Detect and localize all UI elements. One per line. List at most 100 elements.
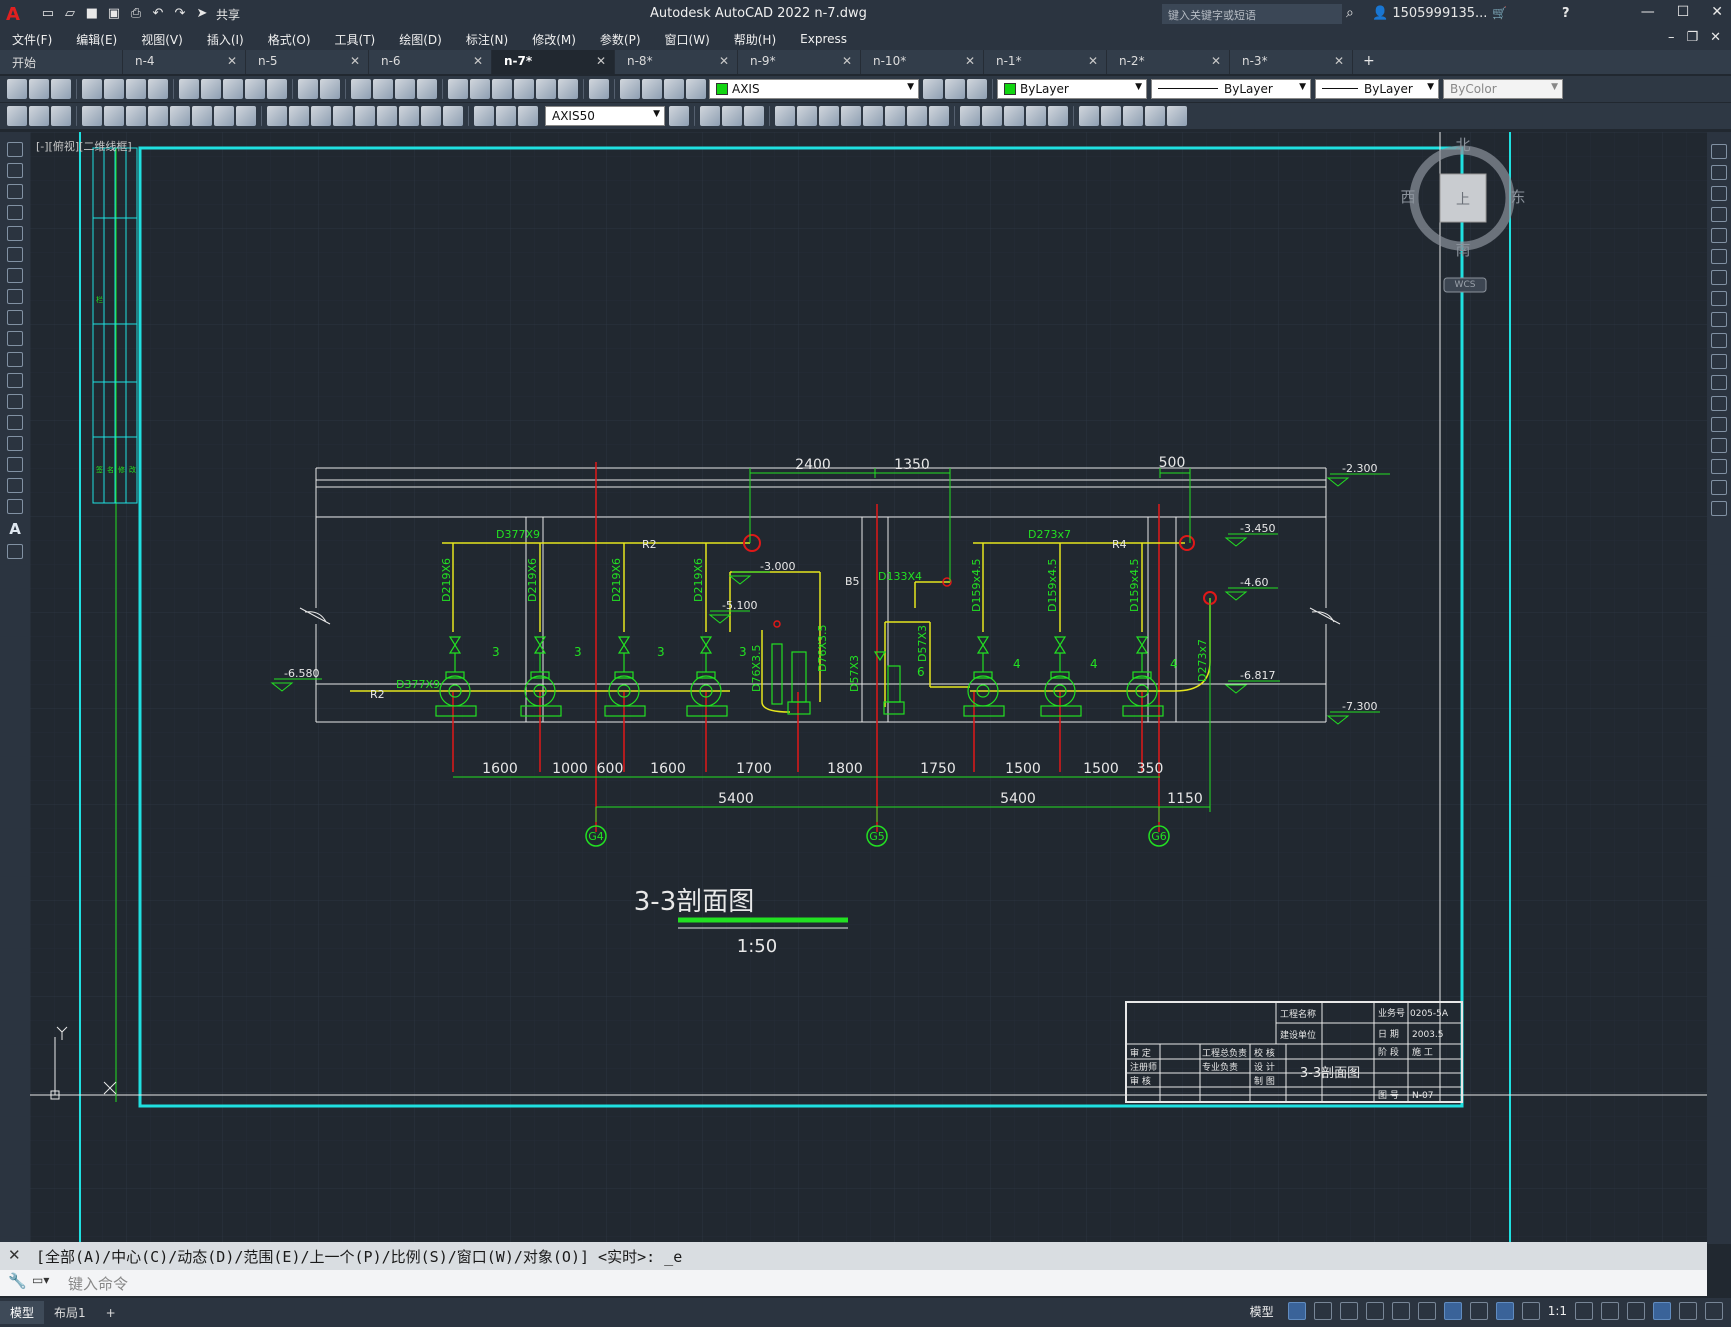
3d-print-icon[interactable] <box>148 79 168 99</box>
open-file-icon[interactable]: ▱ <box>62 6 78 22</box>
tab-model[interactable]: 模型 <box>0 1301 45 1324</box>
section-icon[interactable] <box>863 106 883 126</box>
linear-dim-icon[interactable] <box>82 106 102 126</box>
array-icon[interactable] <box>1711 228 1727 243</box>
markup-icon[interactable] <box>536 79 556 99</box>
tab-close-icon[interactable]: ✕ <box>227 54 237 68</box>
tab-n-9[interactable]: n-9* ✕ <box>738 50 861 74</box>
help-icon[interactable]: ? <box>1562 6 1570 21</box>
customization-icon[interactable] <box>1705 1302 1723 1320</box>
new-file-icon[interactable]: ▭ <box>40 6 56 22</box>
redo-icon[interactable] <box>320 79 340 99</box>
orbit-icon[interactable] <box>1167 106 1187 126</box>
arc-length-dim-icon[interactable] <box>126 106 146 126</box>
layer-walk-icon[interactable] <box>967 79 987 99</box>
model-space-button[interactable]: 模型 <box>1250 1303 1274 1320</box>
viewcube-west[interactable]: 西 <box>1400 188 1415 206</box>
tab-n-4[interactable]: n-4 ✕ <box>123 50 246 74</box>
dimstyle-dropdown[interactable]: AXIS50 ▼ <box>545 106 665 126</box>
tab-n-7[interactable]: n-7* ✕ <box>492 50 615 74</box>
baseline-dim-icon[interactable] <box>289 106 309 126</box>
copy-icon[interactable] <box>201 79 221 99</box>
close-command-icon[interactable]: ✕ <box>8 1246 21 1264</box>
new-icon[interactable] <box>7 79 27 99</box>
layer-manager-icon[interactable] <box>51 106 71 126</box>
grid-icon[interactable] <box>1287 1302 1306 1320</box>
inspect-icon[interactable] <box>421 106 441 126</box>
tool-palettes-icon[interactable] <box>492 79 512 99</box>
isodraft-icon[interactable] <box>1417 1302 1436 1320</box>
minimize-icon[interactable]: — <box>1641 4 1655 20</box>
gradient-icon[interactable] <box>7 457 23 472</box>
undo-icon[interactable] <box>298 79 318 99</box>
tab-layout1[interactable]: 布局1 <box>44 1301 96 1324</box>
undo-icon[interactable]: ↶ <box>150 6 166 22</box>
rotate-icon[interactable] <box>1711 270 1727 285</box>
shade-icon[interactable] <box>982 106 1002 126</box>
spline-icon[interactable] <box>7 310 23 325</box>
layer-state-icon[interactable] <box>642 79 662 99</box>
insert-block-icon[interactable] <box>7 373 23 388</box>
lineweight-icon[interactable] <box>1469 1302 1488 1320</box>
scale-object-icon[interactable] <box>1711 291 1727 306</box>
tab-close-icon[interactable]: ✕ <box>965 54 975 68</box>
properties-icon[interactable] <box>448 79 468 99</box>
cut-icon[interactable] <box>179 79 199 99</box>
open-icon[interactable] <box>29 79 49 99</box>
lineweight-dropdown[interactable]: ByLayer ▼ <box>1315 79 1439 99</box>
tab-close-icon[interactable]: ✕ <box>1334 54 1344 68</box>
tab-n-2[interactable]: n-2* ✕ <box>1107 50 1230 74</box>
isolate-objects-icon[interactable] <box>1627 1302 1645 1320</box>
view-icon[interactable] <box>1101 106 1121 126</box>
jogged-linear-icon[interactable] <box>443 106 463 126</box>
menu-modify[interactable]: 修改(M) <box>520 31 588 48</box>
redo-icon[interactable]: ↷ <box>172 6 188 22</box>
point-icon[interactable] <box>7 415 23 430</box>
viewport-controls[interactable]: [-][俯视][二维线框] <box>36 138 132 154</box>
menu-dimension[interactable]: 标注(N) <box>454 31 520 48</box>
tab-close-icon[interactable]: ✕ <box>350 54 360 68</box>
circle-icon[interactable] <box>7 268 23 283</box>
add-selected-icon[interactable] <box>7 544 23 559</box>
camera-icon[interactable] <box>1123 106 1143 126</box>
zoom-realtime-icon[interactable] <box>373 79 393 99</box>
layer-lock-icon[interactable] <box>686 79 706 99</box>
render-icon[interactable] <box>885 106 905 126</box>
workspace-icon[interactable] <box>7 106 27 126</box>
layer-properties-icon[interactable] <box>620 79 640 99</box>
tab-n-10[interactable]: n-10* ✕ <box>861 50 984 74</box>
infer-constraints-icon[interactable] <box>1339 1302 1358 1320</box>
layer-icon[interactable] <box>29 106 49 126</box>
tab-close-icon[interactable]: ✕ <box>1088 54 1098 68</box>
polygon-icon[interactable] <box>7 205 23 220</box>
quick-dim-icon[interactable] <box>267 106 287 126</box>
trim-icon[interactable] <box>1711 333 1727 348</box>
save-icon[interactable] <box>51 79 71 99</box>
design-center-icon[interactable] <box>470 79 490 99</box>
zoom-window-icon[interactable] <box>395 79 415 99</box>
viewcube-south[interactable]: 南 <box>1455 241 1470 259</box>
table-icon[interactable] <box>7 499 23 514</box>
scale-icon[interactable] <box>819 106 839 126</box>
linetype-dropdown[interactable]: ByLayer ▼ <box>1151 79 1311 99</box>
viewcube-north[interactable]: 北 <box>1455 136 1470 154</box>
dim-style-icon[interactable] <box>669 106 689 126</box>
menu-file[interactable]: 文件(F) <box>0 31 64 48</box>
new-tab-icon[interactable]: + <box>1353 50 1385 74</box>
save-icon[interactable]: ■ <box>84 6 100 22</box>
blend-curves-icon[interactable] <box>1711 480 1727 495</box>
3d-box-icon[interactable] <box>700 106 720 126</box>
polyline-icon[interactable] <box>7 184 23 199</box>
menu-view[interactable]: 视图(V) <box>129 31 195 48</box>
plot-preview-icon[interactable] <box>104 79 124 99</box>
solid-icon[interactable] <box>1048 106 1068 126</box>
gear-icon[interactable] <box>1575 1302 1593 1320</box>
menu-format[interactable]: 格式(O) <box>256 31 323 48</box>
tab-start[interactable]: 开始 <box>0 50 123 74</box>
viewcube-east[interactable]: 东 <box>1510 188 1525 206</box>
ellipse-icon[interactable] <box>7 331 23 346</box>
doc-restore-icon[interactable]: ❐ <box>1686 30 1698 45</box>
make-block-icon[interactable] <box>7 394 23 409</box>
zoom-previous-icon[interactable] <box>417 79 437 99</box>
offset-icon[interactable] <box>1711 207 1727 222</box>
